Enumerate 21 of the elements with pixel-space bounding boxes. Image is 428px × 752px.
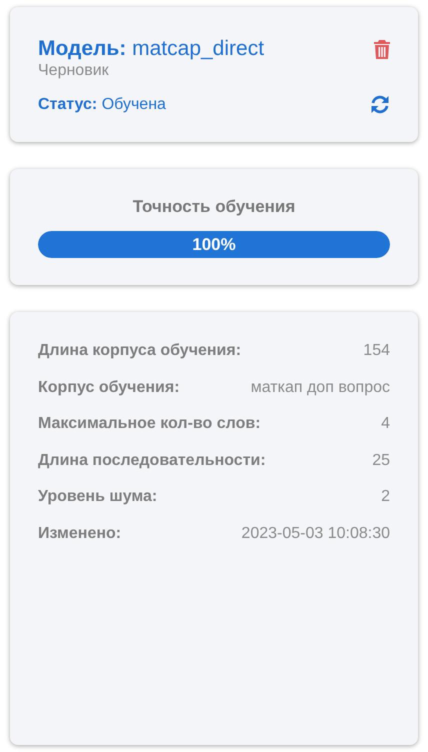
detail-value: 154 [363,342,390,361]
detail-value: 25 [372,452,390,470]
detail-label: Максимальное кол-во слов: [38,415,261,434]
detail-value: 4 [381,415,390,434]
detail-label: Уровень шума: [38,488,158,507]
refresh-button[interactable] [370,95,390,114]
progress-reading: 100% [192,234,236,254]
detail-label: Изменено: [38,524,122,544]
delete-button[interactable] [374,40,390,58]
model-subtitle: Черновик [38,62,110,80]
detail-label: Длина последовательности: [38,452,266,470]
model-status: Статус: Обучена [38,96,166,114]
trash-icon [374,40,390,58]
detail-value: маткап доп вопрос [250,378,390,398]
detail-label: Корпус обучения: [38,378,180,398]
detail-label: Длина корпуса обучения: [38,342,242,361]
detail-value: 2 [381,488,390,507]
refresh-icon [370,95,390,114]
progress-title: Точность обучения [132,197,296,217]
model-title: Модель: matcap_direct [38,37,264,61]
detail-value: 2023-05-03 10:08:30 [241,524,390,544]
